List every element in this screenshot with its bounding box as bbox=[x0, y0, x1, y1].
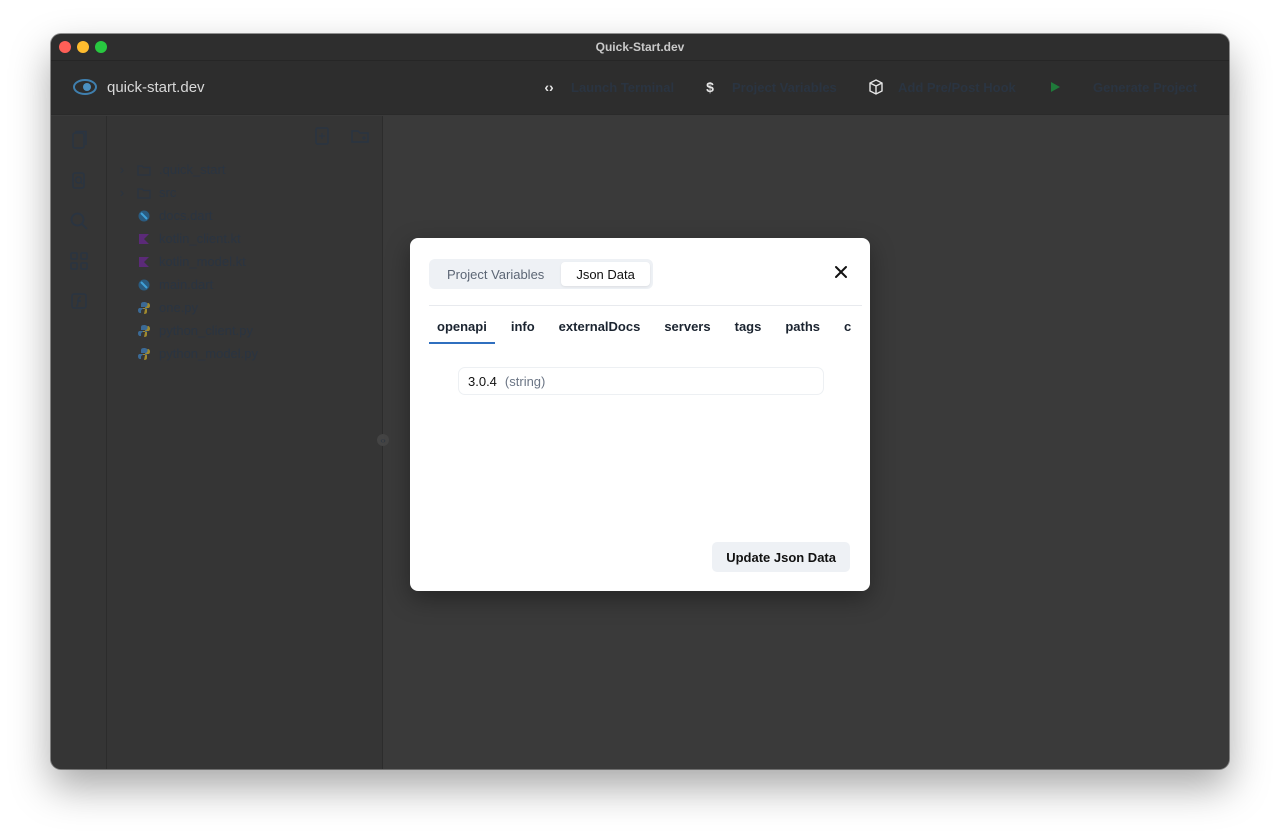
activity-bar bbox=[51, 116, 107, 769]
openapi-value-field[interactable]: 3.0.4 (string) bbox=[458, 367, 824, 395]
dart-file-icon bbox=[138, 279, 150, 290]
function-icon[interactable] bbox=[69, 291, 89, 311]
value-text: 3.0.4 bbox=[468, 373, 497, 389]
toolbar: quick-start.dev ‹› Launch Terminal $ Pro… bbox=[51, 61, 1229, 115]
tree-item-kotlin-client[interactable]: kotlin_client.kt bbox=[115, 227, 258, 250]
brand-name: quick-start.dev bbox=[107, 78, 205, 96]
dollar-icon: $ bbox=[706, 79, 714, 95]
value-type: (string) bbox=[504, 373, 546, 389]
tab-tags[interactable]: tags bbox=[727, 308, 770, 344]
code-icon: ‹› bbox=[544, 79, 554, 95]
close-dialog-button[interactable] bbox=[831, 262, 851, 282]
new-folder-icon[interactable] bbox=[350, 126, 370, 146]
chevron-right-icon[interactable]: › bbox=[115, 185, 129, 200]
tree-item-quick-start[interactable]: › .quick_start bbox=[115, 158, 258, 181]
dart-file-icon bbox=[138, 210, 150, 221]
json-keys-tabs: openapi info externalDocs servers tags p… bbox=[429, 308, 851, 344]
file-tree: › .quick_start › src docs.dart kotlin_cl… bbox=[115, 158, 258, 365]
tree-item-python-client[interactable]: python_client.py bbox=[115, 319, 258, 342]
brand-logo-icon bbox=[73, 79, 97, 95]
kotlin-file-icon bbox=[139, 256, 149, 267]
grid-icon[interactable] bbox=[69, 251, 89, 271]
project-variables-button[interactable]: $ Project Variables bbox=[702, 79, 837, 95]
tab-servers[interactable]: servers bbox=[656, 308, 718, 344]
package-icon bbox=[868, 79, 884, 95]
title-bar: Quick-Start.dev bbox=[51, 34, 1229, 61]
tree-item-kotlin-model[interactable]: kotlin_model.kt bbox=[115, 250, 258, 273]
play-icon bbox=[1047, 79, 1063, 95]
kotlin-file-icon bbox=[139, 233, 149, 244]
folder-icon bbox=[137, 187, 151, 199]
tree-item-main-dart[interactable]: main.dart bbox=[115, 273, 258, 296]
tree-item-python-model[interactable]: python_model.py bbox=[115, 342, 258, 365]
window-title: Quick-Start.dev bbox=[595, 40, 685, 54]
tab-openapi[interactable]: openapi bbox=[429, 308, 495, 344]
json-data-dialog: Project Variables Json Data openapi info… bbox=[410, 238, 870, 591]
python-file-icon bbox=[138, 324, 150, 337]
launch-terminal-button[interactable]: ‹› Launch Terminal bbox=[541, 79, 674, 95]
new-file-icon[interactable] bbox=[312, 126, 332, 146]
chevron-right-icon[interactable]: › bbox=[115, 162, 129, 177]
resize-handle-icon[interactable]: ‹› bbox=[377, 434, 389, 446]
search-icon[interactable] bbox=[69, 211, 89, 231]
explorer-actions bbox=[312, 126, 370, 146]
segmented-control: Project Variables Json Data bbox=[429, 259, 653, 289]
divider bbox=[429, 305, 862, 306]
generate-project-button[interactable]: Generate Project bbox=[1047, 79, 1197, 95]
folder-icon bbox=[137, 164, 151, 176]
python-file-icon bbox=[138, 301, 150, 314]
tab-externaldocs[interactable]: externalDocs bbox=[551, 308, 649, 344]
update-json-data-button[interactable]: Update Json Data bbox=[712, 542, 850, 572]
tree-item-src[interactable]: › src bbox=[115, 181, 258, 204]
close-icon bbox=[835, 266, 847, 278]
search-files-icon[interactable] bbox=[69, 170, 89, 190]
tab-paths[interactable]: paths bbox=[777, 308, 828, 344]
files-icon[interactable] bbox=[69, 130, 89, 150]
segment-project-variables[interactable]: Project Variables bbox=[432, 262, 559, 286]
tree-item-docs-dart[interactable]: docs.dart bbox=[115, 204, 258, 227]
add-hook-button[interactable]: Add Pre/Post Hook bbox=[868, 79, 1016, 95]
tab-components[interactable]: components bbox=[836, 308, 851, 344]
python-file-icon bbox=[138, 347, 150, 360]
segment-json-data[interactable]: Json Data bbox=[561, 262, 650, 286]
tree-item-one-py[interactable]: one.py bbox=[115, 296, 258, 319]
file-explorer: › .quick_start › src docs.dart kotlin_cl… bbox=[107, 116, 383, 769]
tab-info[interactable]: info bbox=[503, 308, 543, 344]
brand: quick-start.dev bbox=[73, 77, 205, 97]
